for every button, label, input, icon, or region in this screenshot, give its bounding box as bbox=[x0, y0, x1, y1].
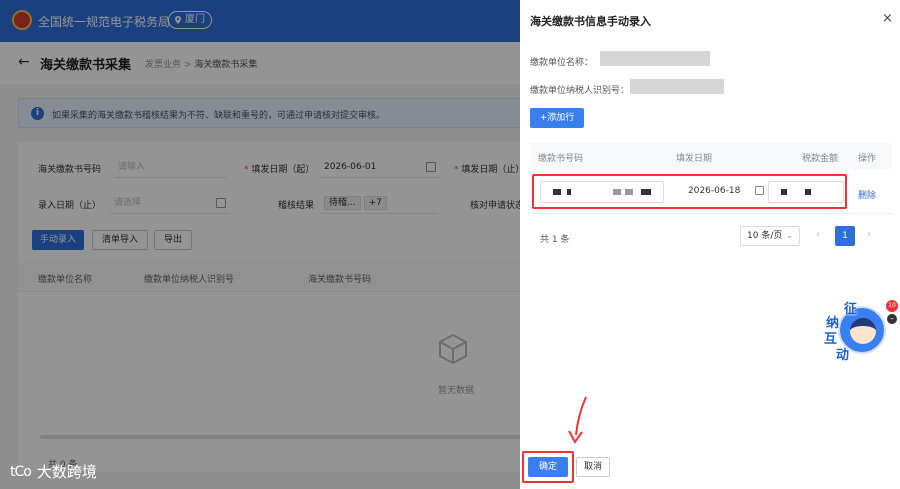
page-size-select[interactable]: 10 条/页 ⌄ bbox=[740, 226, 800, 246]
drawer-title: 海关缴款书信息手动录入 bbox=[530, 15, 651, 28]
close-icon[interactable]: × bbox=[882, 11, 893, 26]
col-action: 操作 bbox=[858, 154, 877, 164]
next-page-icon[interactable]: › bbox=[867, 229, 871, 240]
payer-tax-id-field[interactable] bbox=[630, 79, 724, 94]
assistant-widget[interactable]: 征 纳 互 动 10 – bbox=[820, 298, 898, 364]
payer-name-label: 缴款单位名称： bbox=[530, 58, 594, 68]
notification-badge: 10 bbox=[886, 300, 898, 312]
watermark-logo: tCo bbox=[10, 463, 32, 480]
total-count: 共 1 条 bbox=[540, 235, 570, 245]
payer-tax-id-label: 缴款单位纳税人识别号： bbox=[530, 86, 630, 96]
assistant-char: 动 bbox=[836, 348, 850, 363]
col-fill-date: 填发日期 bbox=[676, 154, 713, 164]
delete-row-link[interactable]: 删除 bbox=[858, 188, 876, 201]
watermark-text: 大数跨境 bbox=[36, 463, 97, 481]
add-row-button[interactable]: +添加行 bbox=[530, 108, 584, 128]
assistant-char: 征 bbox=[844, 302, 858, 317]
minimize-icon[interactable]: – bbox=[887, 314, 897, 324]
annotation-arrow-icon bbox=[568, 396, 587, 444]
col-customs-no: 缴款书号码 bbox=[538, 154, 584, 164]
current-page-button[interactable]: 1 bbox=[835, 226, 855, 246]
highlight-frame-confirm bbox=[522, 451, 574, 483]
officer-face-icon bbox=[850, 318, 876, 344]
payer-name-field[interactable] bbox=[600, 51, 710, 66]
cancel-button[interactable]: 取消 bbox=[576, 457, 610, 477]
watermark: tCo 大数跨境 bbox=[10, 461, 97, 482]
highlight-frame-row bbox=[532, 174, 847, 209]
col-tax-amount: 税款金额 bbox=[802, 154, 839, 164]
chevron-down-icon: ⌄ bbox=[785, 231, 793, 241]
prev-page-icon[interactable]: ‹ bbox=[816, 229, 820, 240]
